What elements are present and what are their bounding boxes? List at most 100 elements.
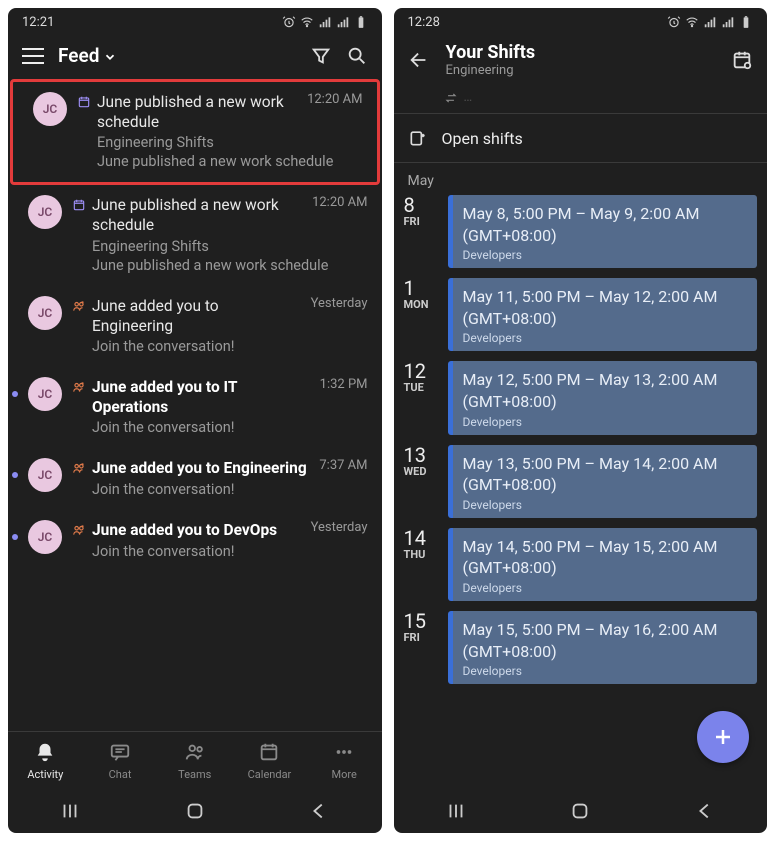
back-key[interactable] [308, 800, 330, 822]
alarm-icon [282, 15, 296, 29]
feed-item[interactable]: JC June added you to EngineeringYesterday… [8, 286, 382, 367]
battery-icon [739, 15, 753, 29]
back-button[interactable] [408, 49, 430, 71]
avatar: JC [28, 296, 62, 330]
chevron-down-icon [103, 50, 117, 64]
shift-day-num: 14 [404, 528, 440, 548]
shift-card[interactable]: May 13, 5:00 PM – May 14, 2:00 AM (GMT+0… [448, 445, 758, 518]
shift-day-name: FRI [404, 215, 440, 228]
shift-row[interactable]: 8FRI May 8, 5:00 PM – May 9, 2:00 AM (GMT… [404, 195, 758, 268]
shift-row[interactable]: 1MONMay 11, 5:00 PM – May 12, 2:00 AM (G… [404, 278, 758, 351]
open-shifts-label: Open shifts [442, 129, 523, 148]
feed-item-title: June published a new work schedule [92, 195, 300, 235]
shift-day-num: 8 [404, 195, 440, 215]
nav-label: Chat [109, 768, 132, 781]
swap-icon [444, 91, 458, 105]
nav-label: More [331, 768, 356, 781]
more-icon [333, 741, 355, 766]
status-time: 12:28 [408, 15, 440, 30]
feed-item-title: June added you to Engineering [92, 458, 307, 478]
shift-time: May 13, 5:00 PM – May 14, 2:00 AM (GMT+0… [463, 453, 748, 496]
feed-item-time: 12:20 AM [312, 195, 367, 210]
shift-date: 12TUE [404, 361, 440, 434]
feed-item-content: June added you to DevOpsYesterdayJoin th… [72, 520, 368, 560]
shift-date: 14THU [404, 528, 440, 601]
unread-dot [12, 391, 18, 397]
shift-time: May 11, 5:00 PM – May 12, 2:00 AM (GMT+0… [463, 286, 748, 329]
filter-icon[interactable] [310, 45, 332, 67]
shift-row[interactable]: 15FRIMay 15, 5:00 PM – May 16, 2:00 AM (… [404, 611, 758, 684]
shift-card[interactable]: May 14, 5:00 PM – May 15, 2:00 AM (GMT+0… [448, 528, 758, 601]
avatar: JC [28, 520, 62, 554]
feed-item-title: June added you to IT Operations [92, 377, 308, 417]
wifi-icon [685, 15, 699, 29]
activity-icon [34, 741, 56, 766]
requests-row-cut[interactable]: … [394, 86, 768, 113]
feed-title-dropdown[interactable]: Feed [58, 44, 296, 67]
phone-activity-screen: 12:21 Feed JCJune published a new work s… [8, 8, 382, 833]
shift-card[interactable]: May 15, 5:00 PM – May 16, 2:00 AM (GMT+0… [448, 611, 758, 684]
feed-item[interactable]: JCJune added you to IT Operations1:32 PM… [8, 367, 382, 448]
feed-item-time: 12:20 AM [307, 92, 362, 107]
open-shifts-icon [408, 128, 428, 148]
people-icon [72, 296, 86, 317]
nav-calendar[interactable]: Calendar [232, 732, 307, 789]
nav-more[interactable]: More [307, 732, 382, 789]
feed-item[interactable]: JC June published a new work schedule 12:2… [8, 185, 382, 285]
search-icon[interactable] [346, 45, 368, 67]
shift-row[interactable]: 14THUMay 14, 5:00 PM – May 15, 2:00 AM (… [404, 528, 758, 601]
phone-shifts-screen: 12:28 Your Shifts Engineering … Open shi… [394, 8, 768, 833]
shift-card[interactable]: May 12, 5:00 PM – May 13, 2:00 AM (GMT+0… [448, 361, 758, 434]
feed-item-content: June added you to EngineeringYesterdayJo… [72, 296, 368, 355]
shift-card[interactable]: May 11, 5:00 PM – May 12, 2:00 AM (GMT+0… [448, 278, 758, 351]
home-key[interactable] [569, 800, 591, 822]
signal-icon-2 [721, 15, 735, 29]
feed-item[interactable]: JCJune added you to Engineering7:37 AMJo… [8, 448, 382, 510]
shift-day-num: 15 [404, 611, 440, 631]
wifi-icon [300, 15, 314, 29]
feed-item-description: June published a new work schedule [92, 257, 368, 274]
shift-card[interactable]: May 8, 5:00 PM – May 9, 2:00 AM (GMT+08:… [448, 195, 758, 268]
people-icon [72, 377, 86, 398]
nav-chat[interactable]: Chat [83, 732, 158, 789]
android-nav-bar [8, 789, 382, 833]
feed-item-time: 1:32 PM [320, 377, 368, 392]
shift-row[interactable]: 12TUEMay 12, 5:00 PM – May 13, 2:00 AM (… [404, 361, 758, 434]
battery-icon [354, 15, 368, 29]
unread-dot [12, 472, 18, 478]
feed-item-subtitle: Engineering Shifts [92, 238, 368, 255]
fab-add-button[interactable] [697, 711, 749, 763]
open-shifts-row[interactable]: Open shifts [394, 114, 768, 162]
calendar-icon [72, 195, 86, 216]
avatar: JC [33, 92, 67, 126]
plus-icon [711, 725, 735, 749]
back-key[interactable] [694, 800, 716, 822]
feed-item[interactable]: JCJune published a new work schedule12:2… [10, 79, 380, 185]
alarm-icon [667, 15, 681, 29]
feed-item-content: June added you to IT Operations1:32 PMJo… [72, 377, 368, 436]
shifts-title: Your Shifts [446, 42, 716, 63]
feed-item[interactable]: JC June added you to DevOpsYesterdayJoin … [8, 510, 382, 572]
recent-apps-key[interactable] [445, 800, 467, 822]
status-icons [667, 15, 753, 29]
feed-title-label: Feed [58, 44, 99, 67]
shifts-header: Your Shifts Engineering [394, 36, 768, 86]
recent-apps-key[interactable] [59, 800, 81, 822]
avatar: JC [28, 195, 62, 229]
feed-item-content: June added you to Engineering7:37 AMJoin… [72, 458, 368, 498]
home-key[interactable] [184, 800, 206, 822]
shift-day-name: MON [404, 298, 440, 311]
feed-list[interactable]: JC June published a new work schedule 12:2… [8, 79, 382, 731]
feed-item-time: Yesterday [311, 520, 368, 535]
calendar-action-icon[interactable] [731, 49, 753, 71]
nav-teams[interactable]: Teams [157, 732, 232, 789]
unread-dot [12, 534, 18, 540]
shift-row[interactable]: 13WEDMay 13, 5:00 PM – May 14, 2:00 AM (… [404, 445, 758, 518]
nav-activity[interactable]: Activity [8, 732, 83, 789]
feed-item-subtitle: Engineering Shifts [97, 134, 363, 151]
shifts-subtitle: Engineering [446, 63, 716, 78]
menu-button[interactable] [22, 48, 44, 64]
shift-day-name: WED [404, 465, 440, 478]
bottom-nav: Activity Chat TeamsCalendar More [8, 731, 382, 789]
shifts-list[interactable]: 8FRI May 8, 5:00 PM – May 9, 2:00 AM (GMT… [394, 195, 768, 789]
